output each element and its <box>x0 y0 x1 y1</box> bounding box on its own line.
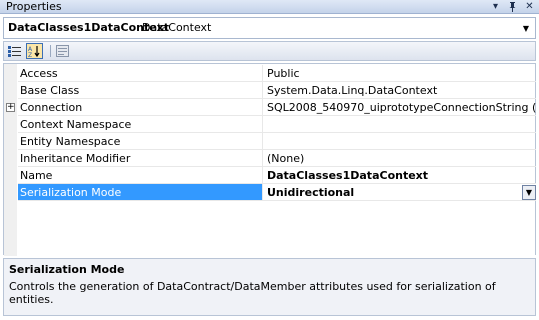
property-row-name[interactable]: Name DataClasses1DataContext <box>4 167 536 184</box>
toolbar-separator <box>50 45 51 57</box>
property-value[interactable] <box>262 133 536 150</box>
property-value[interactable]: (None) <box>262 150 536 167</box>
window-position-dropdown-icon[interactable]: ▾ <box>489 0 502 13</box>
panel-controls: ▾ ✕ <box>489 0 536 13</box>
property-name: Serialization Mode <box>18 184 262 201</box>
property-row-access[interactable]: Access Public <box>4 65 536 82</box>
property-value[interactable]: DataClasses1DataContext <box>262 167 536 184</box>
property-row-inheritance-modifier[interactable]: Inheritance Modifier (None) <box>4 150 536 167</box>
property-name: Access <box>18 65 262 82</box>
categorized-icon[interactable] <box>6 43 23 59</box>
property-value[interactable]: SQL2008_540970_uiprototypeConnectionStri… <box>262 99 536 116</box>
chevron-down-icon[interactable]: ▼ <box>520 22 532 34</box>
property-row-context-namespace[interactable]: Context Namespace <box>4 116 536 133</box>
property-row-entity-namespace[interactable]: Entity Namespace <box>4 133 536 150</box>
property-name: Name <box>18 167 262 184</box>
property-value[interactable] <box>262 116 536 133</box>
property-name: Base Class <box>18 82 262 99</box>
description-title: Serialization Mode <box>9 263 125 276</box>
properties-toolbar: A Z <box>3 41 536 61</box>
alphabetical-icon[interactable]: A Z <box>26 43 43 59</box>
property-value[interactable]: Unidirectional <box>262 184 536 201</box>
property-name: Inheritance Modifier <box>18 150 262 167</box>
property-value[interactable]: System.Data.Linq.DataContext <box>262 82 536 99</box>
description-pane: Serialization Mode Controls the generati… <box>3 258 536 316</box>
svg-text:Z: Z <box>28 52 32 58</box>
property-value[interactable]: Public <box>262 65 536 82</box>
property-name: Connection <box>18 99 262 116</box>
property-row-base-class[interactable]: Base Class System.Data.Linq.DataContext <box>4 82 536 99</box>
value-dropdown-button[interactable]: ▼ <box>522 185 536 200</box>
property-row-connection[interactable]: + Connection SQL2008_540970_uiprototypeC… <box>4 99 536 116</box>
panel-title: Properties <box>6 0 62 13</box>
object-selector-dropdown[interactable]: DataClasses1DataContext DataContext ▼ <box>3 17 536 39</box>
auto-hide-pin-icon[interactable] <box>506 0 519 13</box>
property-grid: Access Public Base Class System.Data.Lin… <box>3 63 536 256</box>
close-icon[interactable]: ✕ <box>523 0 536 13</box>
property-pages-icon[interactable] <box>54 43 71 59</box>
property-row-serialization-mode[interactable]: Serialization Mode Unidirectional ▼ <box>4 184 536 201</box>
property-name: Context Namespace <box>18 116 262 133</box>
object-selector-type: DataContext <box>142 21 212 34</box>
property-name: Entity Namespace <box>18 133 262 150</box>
panel-title-bar: Properties ▾ ✕ <box>0 0 539 14</box>
description-text: Controls the generation of DataContract/… <box>9 280 496 306</box>
expand-plus-icon[interactable]: + <box>6 103 15 112</box>
